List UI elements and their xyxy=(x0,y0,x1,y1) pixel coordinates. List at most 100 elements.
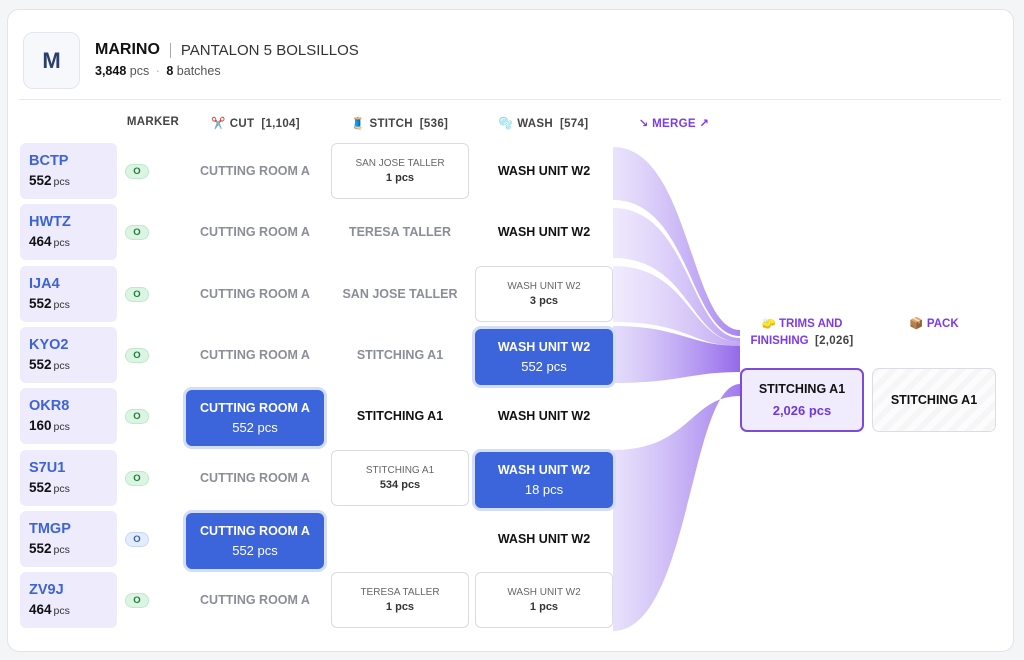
stitch-stage-name: TERESA TALLER xyxy=(360,587,440,599)
wash-stage-name: WASH UNIT W2 xyxy=(497,409,591,424)
cut-stage-name: CUTTING ROOM A xyxy=(200,164,310,178)
batch-qty-value: 160 xyxy=(29,418,52,434)
wash-stage-cell[interactable]: WASH UNIT W2 xyxy=(475,204,613,260)
stitch-stage-name: STITCHING A1 xyxy=(365,464,435,476)
wash-stage-qty: 1 pcs xyxy=(529,601,559,614)
batch-qty-unit: pcs xyxy=(53,298,70,311)
wash-stage-cell[interactable]: WASH UNIT W2 xyxy=(475,388,613,444)
wash-stage-name: WASH UNIT W2 xyxy=(507,587,581,599)
batch-lot-card[interactable]: TMGP 552 pcs xyxy=(20,510,117,567)
wash-stage-name: WASH UNIT W2 xyxy=(497,164,591,178)
batch-lot-card[interactable]: S7U1 552 pcs xyxy=(20,449,117,506)
cut-stage-qty: 552 pcs xyxy=(232,542,278,558)
marker-badge[interactable]: O xyxy=(125,286,149,302)
stitch-stage-name: TERESA TALLER xyxy=(348,225,452,240)
stitch-stage-cell[interactable]: TERESA TALLER 1 pcs xyxy=(331,572,469,629)
batch-qty-unit: pcs xyxy=(53,359,70,372)
wash-stage-cell[interactable]: WASH UNIT W2 18 pcs xyxy=(475,451,613,508)
batch-qty-value: 552 xyxy=(29,173,52,188)
wash-stage-name: WASH UNIT W2 xyxy=(497,225,591,240)
cut-stage-cell[interactable]: CUTTING ROOM A xyxy=(186,266,324,322)
cut-stage-cell[interactable]: CUTTING ROOM A 552 pcs xyxy=(186,390,324,447)
cut-stage-cell[interactable]: CUTTING ROOM A xyxy=(186,327,324,383)
stitch-stage-cell[interactable]: TERESA TALLER xyxy=(331,204,469,260)
batch-qty-value: 464 xyxy=(29,602,52,618)
trims-finishing-header: 🧽 TRIMS AND FINISHING [2,026] xyxy=(750,318,854,347)
marker-badge[interactable]: O xyxy=(125,593,149,609)
package-icon: 📦 xyxy=(909,318,924,330)
batch-qty-value: 552 xyxy=(29,479,52,495)
wash-stage-cell[interactable]: WASH UNIT W2 xyxy=(475,511,613,567)
batch-code: IJA4 xyxy=(29,275,60,292)
batch-lot-card[interactable]: ZV9J 464 pcs xyxy=(20,572,117,629)
batch-qty: 552 pcs xyxy=(29,357,108,372)
cut-stage-cell[interactable]: CUTTING ROOM A xyxy=(186,450,324,506)
stitch-stage-name: STITCHING A1 xyxy=(356,409,444,424)
stitch-stage-name: SAN JOSE TALLER xyxy=(355,158,445,169)
cut-stage-name: CUTTING ROOM A xyxy=(200,523,310,538)
batch-code: TMGP xyxy=(29,520,71,537)
batch-qty: 552 pcs xyxy=(29,541,108,556)
batch-qty: 464 pcs xyxy=(29,234,108,249)
cut-stage-cell[interactable]: CUTTING ROOM A 552 pcs xyxy=(186,512,324,569)
stitch-stage-cell[interactable]: SAN JOSE TALLER xyxy=(331,266,469,322)
batch-qty-unit: pcs xyxy=(53,421,70,434)
pack-header: 📦 PACK xyxy=(909,318,959,330)
batch-qty: 160 pcs xyxy=(29,418,108,433)
batch-lot-card[interactable]: BCTP 552 pcs xyxy=(20,143,117,199)
batch-qty-value: 552 xyxy=(29,356,52,372)
cut-stage-cell[interactable]: CUTTING ROOM A xyxy=(186,143,324,199)
cut-stage-name: CUTTING ROOM A xyxy=(200,225,310,240)
cut-stage-cell[interactable]: CUTTING ROOM A xyxy=(186,572,324,628)
batch-qty-unit: pcs xyxy=(53,605,70,618)
pack-node-name: STITCHING A1 xyxy=(890,393,978,407)
cut-stage-name: CUTTING ROOM A xyxy=(200,347,310,362)
batch-qty: 464 pcs xyxy=(29,602,108,617)
wash-stage-cell[interactable]: WASH UNIT W2 3 pcs xyxy=(475,265,613,322)
batch-qty-value: 552 xyxy=(29,295,52,311)
batch-lot-card[interactable]: OKR8 160 pcs xyxy=(20,388,117,445)
batch-qty: 552 pcs xyxy=(29,173,108,188)
cut-stage-cell[interactable]: CUTTING ROOM A xyxy=(186,204,324,260)
stitch-stage-cell[interactable]: SAN JOSE TALLER 1 pcs xyxy=(331,143,469,199)
batch-qty-unit: pcs xyxy=(53,176,70,188)
flow-ribbon-lower xyxy=(613,384,740,631)
trims-node-qty: 2,026 pcs xyxy=(772,403,832,418)
wash-stage-name: WASH UNIT W2 xyxy=(497,462,591,477)
batch-lot-card[interactable]: IJA4 552 pcs xyxy=(20,265,117,322)
trims-merged-node[interactable]: STITCHING A1 2,026 pcs xyxy=(740,368,864,432)
wash-stage-cell[interactable]: WASH UNIT W2 552 pcs xyxy=(475,328,613,385)
batch-qty: 552 pcs xyxy=(29,480,108,495)
pack-node[interactable]: STITCHING A1 xyxy=(872,368,996,432)
batch-qty-unit: pcs xyxy=(53,543,70,556)
stitch-stage-qty: 1 pcs xyxy=(385,172,415,184)
stitch-stage-cell[interactable]: STITCHING A1 xyxy=(331,388,469,444)
stitch-stage-qty: 1 pcs xyxy=(385,601,415,614)
wash-stage-cell[interactable]: WASH UNIT W2 1 pcs xyxy=(475,572,613,629)
marker-badge[interactable]: O xyxy=(125,470,149,486)
stitch-stage-cell[interactable]: STITCHING A1 534 pcs xyxy=(331,449,469,506)
stitch-stage-cell[interactable]: STITCHING A1 xyxy=(331,327,469,383)
marker-badge[interactable]: O xyxy=(125,164,149,179)
batch-lot-card[interactable]: KYO2 552 pcs xyxy=(20,326,117,383)
stitch-stage-name: STITCHING A1 xyxy=(356,347,444,362)
wash-stage-cell[interactable]: WASH UNIT W2 xyxy=(475,143,613,199)
batch-qty-unit: pcs xyxy=(53,482,70,495)
marker-badge[interactable]: O xyxy=(125,531,149,547)
marker-badge[interactable]: O xyxy=(125,347,149,363)
marker-badge[interactable]: O xyxy=(125,225,149,241)
batch-code: HWTZ xyxy=(29,214,71,231)
sponge-icon: 🧽 xyxy=(761,318,776,330)
marker-badge[interactable]: O xyxy=(125,409,149,425)
batch-code: KYO2 xyxy=(29,336,69,353)
batch-qty-unit: pcs xyxy=(53,237,70,250)
wash-stage-name: WASH UNIT W2 xyxy=(497,339,591,354)
batch-qty-value: 552 xyxy=(29,540,52,556)
batch-code: S7U1 xyxy=(29,459,66,476)
batch-code: BCTP xyxy=(29,153,69,169)
batch-lot-card[interactable]: HWTZ 464 pcs xyxy=(20,204,117,261)
wash-stage-qty: 18 pcs xyxy=(524,481,564,497)
batch-qty: 552 pcs xyxy=(29,296,108,311)
cut-stage-qty: 552 pcs xyxy=(232,420,278,436)
wash-stage-qty: 3 pcs xyxy=(529,294,559,307)
